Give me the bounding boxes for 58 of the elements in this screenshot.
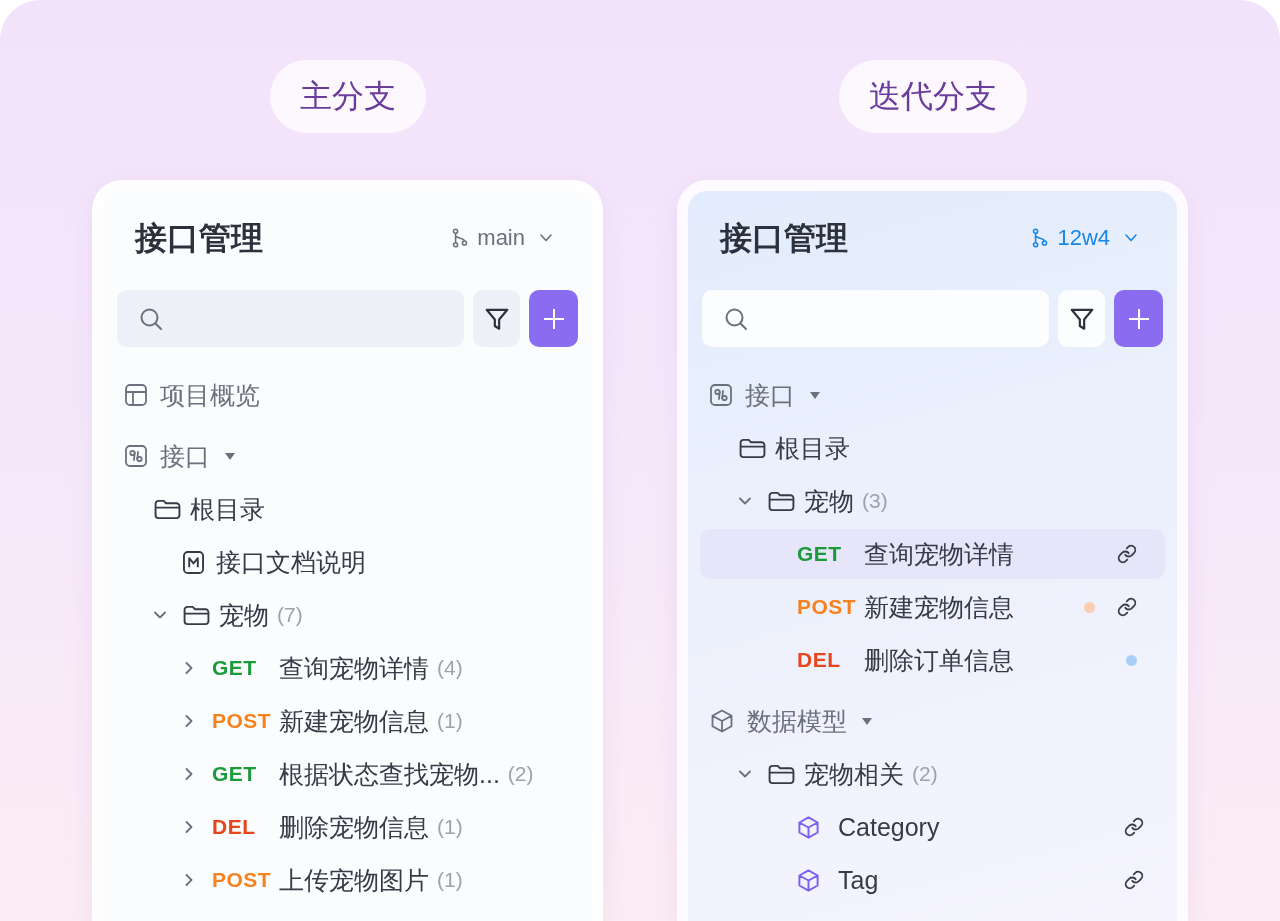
api-icon (125, 445, 147, 467)
link-icon[interactable] (1117, 544, 1137, 564)
tree-item[interactable]: DEL 删除宠物信息 (1) (115, 802, 580, 852)
tree-item[interactable]: DEL 删除订单信息 (700, 635, 1165, 685)
chevron-down-icon (540, 234, 552, 242)
branch-icon (452, 228, 469, 248)
tree-item[interactable]: 项目概览 (115, 370, 580, 420)
folder-icon (183, 604, 210, 626)
folder-icon (154, 498, 181, 520)
folder-icon (739, 437, 766, 459)
search-field[interactable] (702, 290, 1049, 347)
panel-title: 接口管理 (720, 219, 848, 258)
search-icon (139, 306, 163, 331)
tree-item[interactable]: GET 查询宠物详情 (4) (115, 643, 580, 693)
filter-button[interactable] (1058, 290, 1106, 347)
caret-icon (810, 391, 820, 399)
layout-icon (125, 384, 147, 406)
tree-item[interactable]: 接口 (115, 431, 580, 481)
tree-item[interactable]: POST 上传宠物图片 (1) (115, 855, 580, 905)
chevron-down-icon (1125, 234, 1137, 242)
tree-item[interactable]: GET 查询宠物详情 (700, 529, 1165, 579)
folder-icon (768, 763, 795, 785)
tree-item[interactable]: 根目录 (115, 484, 580, 534)
tree-item[interactable]: 宠物 (3) (700, 476, 1165, 526)
tree-item[interactable]: Category (700, 802, 1165, 852)
cube-icon (797, 868, 820, 892)
tree-item[interactable]: Tag (700, 855, 1165, 905)
plus-icon (1128, 308, 1149, 329)
tree-item[interactable]: POST 新建宠物信息 (700, 582, 1165, 632)
tree-item[interactable]: POST 新建宠物信息 (1) (115, 696, 580, 746)
tree-item[interactable]: 宠物相关 (2) (700, 749, 1165, 799)
branch-icon (1032, 228, 1049, 248)
plus-icon (543, 308, 564, 329)
api-icon (710, 384, 732, 406)
branch-heading: 迭代分支 (838, 60, 1027, 133)
cube-icon (710, 709, 734, 733)
panel-title: 接口管理 (135, 219, 263, 258)
folder-icon (768, 490, 795, 512)
tree-item[interactable]: 根目录 (700, 423, 1165, 473)
filter-button[interactable] (473, 290, 521, 347)
search-icon (724, 306, 748, 331)
tree-item[interactable]: 接口 (700, 370, 1165, 420)
markdown-file-icon (183, 550, 204, 574)
link-icon[interactable] (1117, 597, 1137, 617)
tree-item[interactable]: 数据模型 (700, 696, 1165, 746)
add-button[interactable] (529, 290, 578, 347)
link-icon[interactable] (1124, 817, 1144, 837)
tree-item[interactable]: 接口文档说明 (115, 537, 580, 587)
add-button[interactable] (1114, 290, 1163, 347)
branch-selector[interactable]: main (446, 221, 558, 255)
link-icon[interactable] (1124, 870, 1144, 890)
caret-icon (862, 717, 872, 725)
caret-icon (225, 452, 235, 460)
search-field[interactable] (117, 290, 464, 347)
tree-item[interactable]: GET 根据状态查找宠物... (2) (115, 749, 580, 799)
tree-item[interactable]: 宠物 (7) (115, 590, 580, 640)
branch-heading: 主分支 (269, 60, 426, 133)
cube-icon (797, 815, 820, 839)
